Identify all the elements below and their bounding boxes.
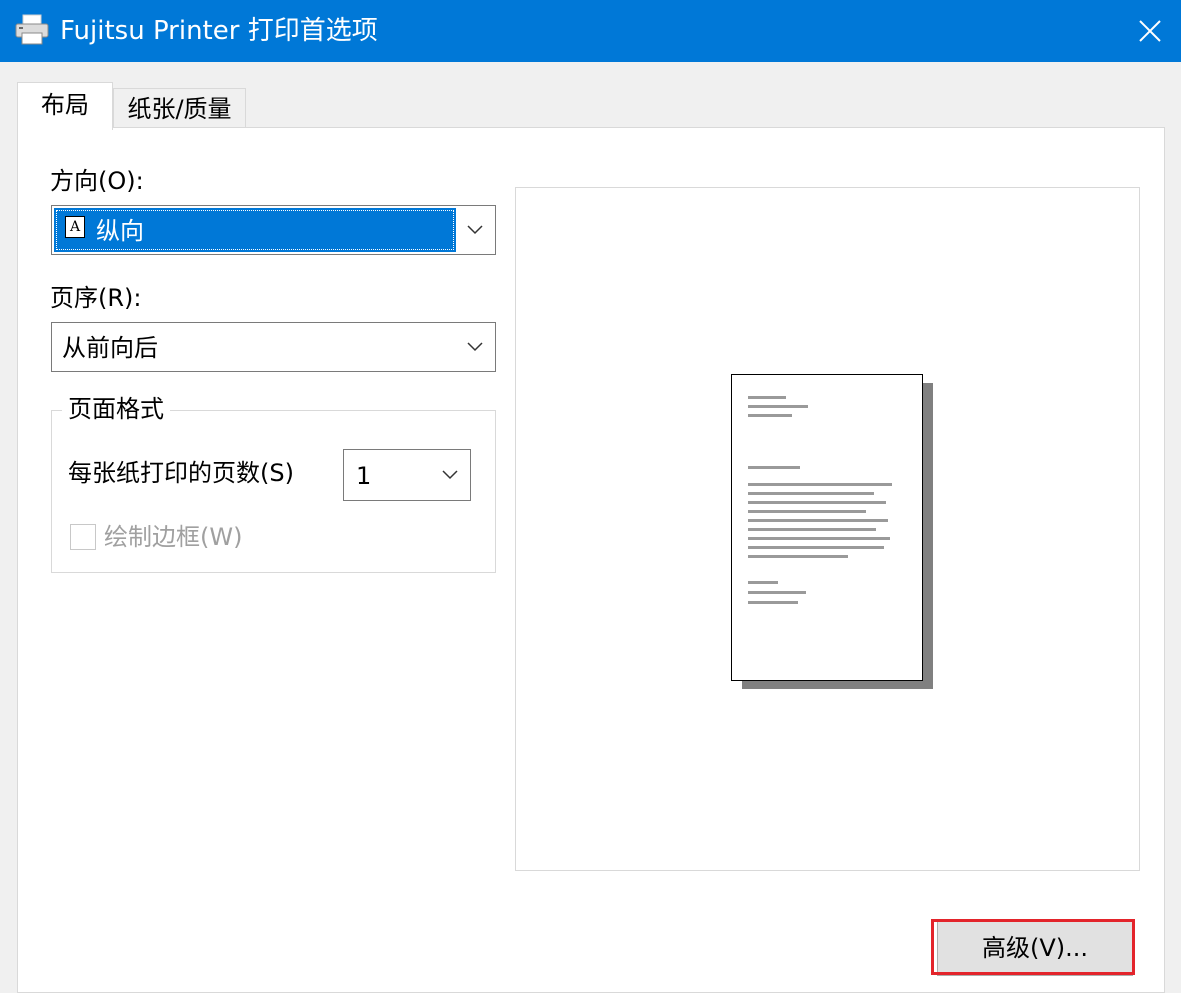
draw-borders-checkbox[interactable] xyxy=(70,524,96,550)
pages-per-sheet-value: 1 xyxy=(356,462,372,490)
advanced-button[interactable]: 高级(V)... xyxy=(937,921,1133,976)
page-order-dropdown[interactable]: 从前向后 xyxy=(51,322,496,372)
panel-content: 方向(O): A 纵向 页序(R): 从前向后 页面格式 每张纸打印的页数(S)… xyxy=(0,0,1181,993)
page-format-legend: 页面格式 xyxy=(62,394,170,424)
pages-per-sheet-dropdown[interactable]: 1 xyxy=(343,449,471,501)
chevron-down-icon xyxy=(442,470,458,480)
chevron-down-icon xyxy=(467,225,483,235)
draw-borders-label: 绘制边框(W) xyxy=(104,523,243,551)
orientation-label: 方向(O): xyxy=(50,167,144,195)
pages-per-sheet-label: 每张纸打印的页数(S) xyxy=(68,459,294,487)
chevron-down-icon xyxy=(467,342,483,352)
page-order-label: 页序(R): xyxy=(50,284,142,312)
portrait-page-icon: A xyxy=(65,216,85,238)
preview-page xyxy=(731,374,923,681)
orientation-dropdown[interactable]: A 纵向 xyxy=(51,205,496,255)
page-order-value: 从前向后 xyxy=(62,334,158,362)
orientation-value: 纵向 xyxy=(96,217,144,245)
